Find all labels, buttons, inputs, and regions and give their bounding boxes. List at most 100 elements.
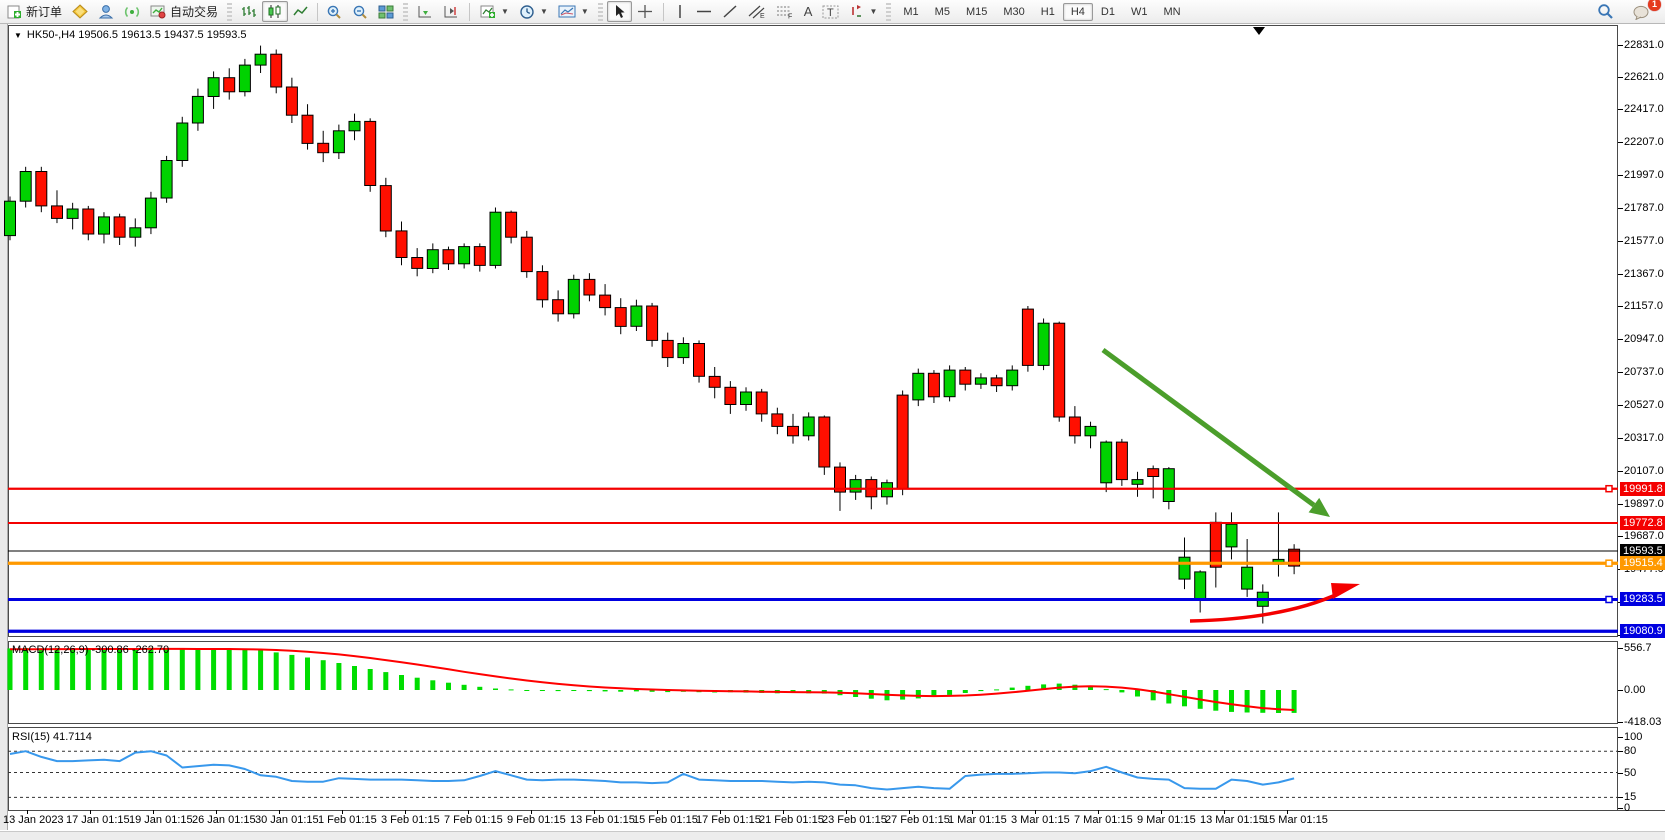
candlestick-mode-button[interactable] [262, 1, 288, 22]
bar-chart-mode-button[interactable] [236, 1, 262, 22]
time-tick-label: 1 Mar 01:15 [948, 814, 1007, 826]
timeframe-button-w1[interactable]: W1 [1123, 3, 1156, 21]
chevron-down-icon: ▼ [581, 7, 589, 16]
chart-shift-button[interactable] [438, 1, 464, 22]
macd-indicator-label: MACD(12,26,9) -300.86 -262.70 [12, 644, 169, 656]
zoom-out-button[interactable] [347, 1, 373, 23]
tile-windows-button[interactable] [373, 1, 399, 22]
macd-tick-label: -418.03 [1624, 716, 1661, 728]
time-tick-label: 13 Jan 2023 [3, 814, 64, 826]
timeframe-button-m1[interactable]: M1 [895, 3, 926, 21]
notification-badge: 1 [1648, 0, 1661, 11]
price-tag-19080.9[interactable]: 19080.9 [1620, 624, 1665, 638]
diamond-icon [72, 4, 88, 19]
timeframe-button-d1[interactable]: D1 [1093, 3, 1123, 21]
time-tick-label: 9 Mar 01:15 [1137, 814, 1196, 826]
chart-title-collapse-icon[interactable]: ▼ [14, 31, 22, 40]
axis-tick [1618, 438, 1623, 439]
toolbar-group-trade: 新订单 自动交易 [0, 0, 225, 23]
templates-button[interactable]: ▼ [553, 1, 594, 22]
timeframe-button-h4[interactable]: H4 [1063, 3, 1093, 21]
axis-tick [1618, 208, 1623, 209]
price-tick-label: 20317.0 [1624, 432, 1664, 444]
time-tick-label: 21 Feb 01:15 [759, 814, 824, 826]
line-handle [1606, 597, 1612, 603]
fibonacci-tool-button[interactable]: F [771, 1, 799, 22]
timeframe-button-h1[interactable]: H1 [1033, 3, 1063, 21]
timeframe-button-m15[interactable]: M15 [958, 3, 995, 21]
axis-tick [1618, 773, 1623, 774]
auto-trading-label: 自动交易 [170, 3, 218, 20]
expert-advisors-button[interactable] [93, 1, 119, 22]
price-tick-label: 21157.0 [1624, 300, 1663, 312]
rsi-tick-label: 0 [1624, 802, 1630, 814]
axis-tick [1618, 536, 1623, 537]
axis-tick [1618, 306, 1623, 307]
svg-text:T: T [827, 7, 834, 19]
timeframe-button-m5[interactable]: M5 [927, 3, 958, 21]
rsi-tick-label: 50 [1624, 767, 1636, 779]
metaquotes-button[interactable] [67, 1, 93, 22]
auto-trading-button[interactable]: 自动交易 [145, 0, 223, 23]
price-tick-label: 21577.0 [1624, 235, 1664, 247]
chevron-down-icon: ▼ [540, 7, 548, 16]
text-tool-button[interactable]: A [799, 1, 818, 22]
price-tag-19991.8[interactable]: 19991.8 [1620, 482, 1665, 496]
zoom-in-button[interactable] [321, 1, 347, 23]
axis-tick [1618, 241, 1623, 242]
chevron-down-icon: ▼ [501, 7, 509, 16]
axis-tick [1618, 690, 1623, 691]
expert-advisor-icon [98, 4, 114, 19]
chart-canvas[interactable] [0, 0, 1665, 840]
price-tick-label: 22831.0 [1624, 39, 1664, 51]
arrows-tool-button[interactable]: ▼ [845, 1, 882, 22]
time-tick-label: 30 Jan 01:15 [255, 814, 319, 826]
axis-tick [1618, 471, 1623, 472]
equidistant-channel-tool-button[interactable]: E [743, 1, 771, 22]
auto-scroll-button[interactable] [412, 1, 438, 22]
time-tick-label: 7 Mar 01:15 [1074, 814, 1133, 826]
periods-button[interactable]: ▼ [514, 1, 553, 23]
toolbar-drag-handle [886, 3, 891, 21]
timeframe-button-mn[interactable]: MN [1155, 3, 1188, 21]
axis-tick [1618, 797, 1623, 798]
price-tag-19283.5[interactable]: 19283.5 [1620, 592, 1665, 606]
vertical-line-tool-button[interactable] [669, 1, 691, 22]
axis-tick [1618, 45, 1623, 46]
signal-icon [124, 4, 140, 19]
price-tag-19515.4[interactable]: 19515.4 [1620, 556, 1665, 570]
macd-signal-line [10, 649, 1294, 710]
price-tick-label: 19687.0 [1624, 530, 1664, 542]
indicators-list-button[interactable]: ▼ [475, 1, 514, 22]
line-chart-mode-button[interactable] [288, 1, 314, 22]
toolbar-group-scroll [410, 0, 466, 23]
horizontal-line-tool-button[interactable] [691, 1, 717, 22]
text-label-tool-button[interactable]: T [817, 1, 845, 23]
price-tick-label: 19897.0 [1624, 498, 1664, 510]
time-tick-label: 27 Feb 01:15 [885, 814, 950, 826]
rsi-indicator-label: RSI(15) 41.7114 [12, 731, 92, 743]
crosshair-tool-button[interactable] [632, 1, 658, 22]
price-tag-19772.8[interactable]: 19772.8 [1620, 516, 1665, 530]
toolbar-drag-handle [598, 3, 603, 21]
axis-tick [1618, 751, 1623, 752]
cursor-tool-button[interactable] [607, 1, 632, 22]
axis-tick [1618, 737, 1623, 738]
time-tick-label: 23 Feb 01:15 [822, 814, 887, 826]
rsi-tick-label: 100 [1624, 731, 1642, 743]
rsi-tick-label: 80 [1624, 745, 1636, 757]
notifications-button[interactable]: 1 [1627, 1, 1655, 23]
price-tick-label: 20527.0 [1624, 399, 1664, 411]
toolbar-group-objects: E F A T ▼ [667, 0, 885, 23]
new-order-button[interactable]: 新订单 [2, 0, 67, 23]
timeframe-toolbar: M1M5M15M30H1H4D1W1MN [893, 0, 1190, 23]
search-button[interactable] [1592, 0, 1619, 23]
time-tick-label: 3 Mar 01:15 [1011, 814, 1070, 826]
time-tick-label: 17 Feb 01:15 [696, 814, 761, 826]
time-axis-line [8, 810, 1665, 811]
trendline-tool-button[interactable] [717, 1, 743, 22]
signals-button[interactable] [119, 1, 145, 22]
new-order-icon [7, 4, 22, 19]
price-tick-label: 21367.0 [1624, 268, 1664, 280]
timeframe-button-m30[interactable]: M30 [995, 3, 1032, 21]
